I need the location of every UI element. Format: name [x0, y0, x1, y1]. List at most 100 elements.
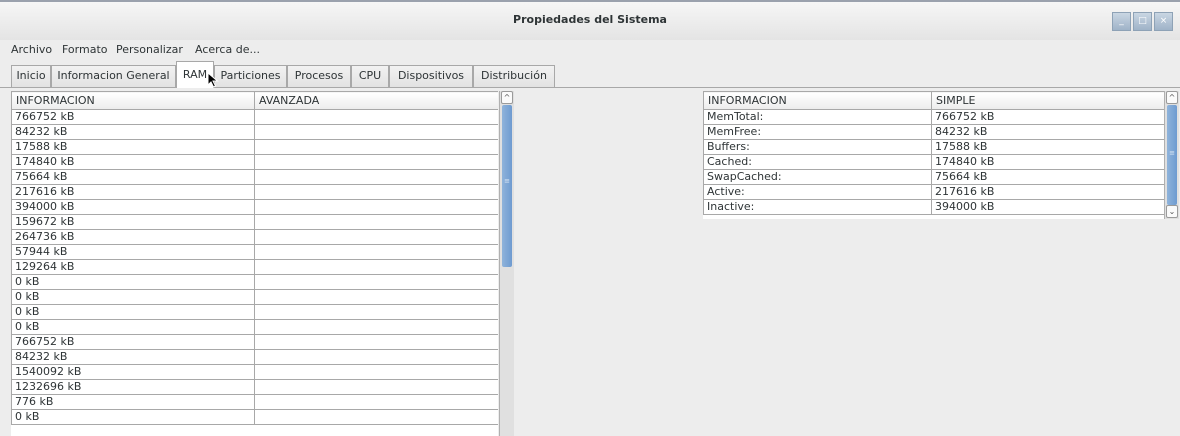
table-cell	[254, 109, 498, 125]
simple-table[interactable]: INFORMACION SIMPLE MemTotal: 766752 kB Mem…	[703, 91, 1164, 219]
table-row[interactable]: 766752 kB	[11, 334, 498, 350]
menu-acerca-de[interactable]: Acerca de...	[195, 43, 260, 56]
table-row[interactable]: Active: 217616 kB	[703, 184, 1164, 200]
table-row[interactable]: 776 kB	[11, 394, 498, 410]
scroll-down-arrow-icon[interactable]: ⌄	[1166, 205, 1178, 218]
table-cell: 217616 kB	[931, 184, 1164, 200]
tab-particiones[interactable]: Particiones	[214, 65, 287, 87]
table-row[interactable]: 0 kB	[11, 274, 498, 290]
table-row[interactable]: 1540092 kB	[11, 364, 498, 380]
table-cell	[254, 394, 498, 410]
table-row[interactable]: 766752 kB	[11, 109, 498, 125]
table-row[interactable]: 174840 kB	[11, 154, 498, 170]
menu-bar: Archivo Formato Personalizar Acerca de..…	[0, 40, 1180, 59]
scroll-up-arrow-icon[interactable]: ^	[501, 91, 513, 104]
table-cell: 264736 kB	[11, 229, 255, 245]
table-row[interactable]: Cached: 174840 kB	[703, 154, 1164, 170]
table-cell: 17588 kB	[931, 139, 1164, 155]
table-cell: 394000 kB	[931, 199, 1164, 215]
minimize-button[interactable]: _	[1112, 12, 1131, 31]
table-row[interactable]: MemFree: 84232 kB	[703, 124, 1164, 140]
table-row[interactable]: Inactive: 394000 kB	[703, 199, 1164, 215]
table-row[interactable]: SwapCached: 75664 kB	[703, 169, 1164, 185]
column-header-informacion[interactable]: INFORMACION	[703, 91, 932, 110]
table-row[interactable]: 57944 kB	[11, 244, 498, 260]
table-cell	[254, 319, 498, 335]
table-row[interactable]: 0 kB	[11, 304, 498, 320]
scrollbar-grip-icon: ≡	[1169, 149, 1175, 157]
table-row[interactable]: 0 kB	[11, 289, 498, 305]
tab-procesos[interactable]: Procesos	[287, 65, 351, 87]
menu-formato[interactable]: Formato	[62, 43, 108, 56]
table-cell: 17588 kB	[11, 139, 255, 155]
scrollbar-grip-icon: ≡	[504, 177, 510, 185]
table-row[interactable]: 0 kB	[11, 409, 498, 425]
column-header-simple[interactable]: SIMPLE	[931, 91, 1164, 110]
table-cell	[254, 274, 498, 290]
table-row[interactable]: 17588 kB	[11, 139, 498, 155]
tab-bar: Inicio Informacion General RAM Particion…	[0, 59, 1180, 88]
table-cell: SwapCached:	[703, 169, 932, 185]
simple-table-scrollbar[interactable]: ^ ≡ ⌄	[1164, 91, 1179, 219]
table-cell: 75664 kB	[931, 169, 1164, 185]
table-cell	[254, 229, 498, 245]
table-cell: 0 kB	[11, 289, 255, 305]
column-header-informacion[interactable]: INFORMACION	[11, 91, 255, 110]
table-row[interactable]: 159672 kB	[11, 214, 498, 230]
table-cell: 129264 kB	[11, 259, 255, 275]
table-cell	[254, 259, 498, 275]
table-row[interactable]: 84232 kB	[11, 349, 498, 365]
maximize-button[interactable]: □	[1133, 12, 1152, 31]
simple-table-body: MemTotal: 766752 kB MemFree: 84232 kB Buffer…	[703, 109, 1164, 215]
table-cell: 1232696 kB	[11, 379, 255, 395]
menu-personalizar[interactable]: Personalizar	[116, 43, 183, 56]
tab-distribucion[interactable]: Distribución	[473, 65, 555, 87]
table-cell: MemFree:	[703, 124, 932, 140]
scrollbar-thumb[interactable]: ≡	[502, 105, 512, 267]
table-row[interactable]: 394000 kB	[11, 199, 498, 215]
table-row[interactable]: MemTotal: 766752 kB	[703, 109, 1164, 125]
scroll-up-arrow-icon[interactable]: ^	[1166, 91, 1178, 104]
table-row[interactable]: 264736 kB	[11, 229, 498, 245]
table-cell: 0 kB	[11, 409, 255, 425]
table-cell	[254, 244, 498, 260]
table-cell	[254, 184, 498, 200]
advanced-table-scrollbar[interactable]: ^ ≡	[499, 91, 514, 436]
table-cell: Buffers:	[703, 139, 932, 155]
table-row[interactable]: 1232696 kB	[11, 379, 498, 395]
table-row[interactable]: Buffers: 17588 kB	[703, 139, 1164, 155]
tab-dispositivos[interactable]: Dispositivos	[389, 65, 473, 87]
tab-cpu[interactable]: CPU	[351, 65, 389, 87]
menu-archivo[interactable]: Archivo	[11, 43, 52, 56]
tab-informacion-general[interactable]: Informacion General	[51, 65, 176, 87]
table-cell: 217616 kB	[11, 184, 255, 200]
table-cell: 84232 kB	[11, 124, 255, 140]
title-bar[interactable]: Propiedades del Sistema _ □ ×	[0, 0, 1180, 40]
table-cell	[254, 349, 498, 365]
table-row[interactable]: 75664 kB	[11, 169, 498, 185]
table-cell: 0 kB	[11, 274, 255, 290]
table-cell	[254, 124, 498, 140]
advanced-table[interactable]: INFORMACION AVANZADA 766752 kB 84232 kB 17…	[11, 91, 498, 436]
table-cell: Active:	[703, 184, 932, 200]
table-cell: 75664 kB	[11, 169, 255, 185]
table-cell	[254, 364, 498, 380]
table-cell: 766752 kB	[11, 109, 255, 125]
table-cell	[254, 304, 498, 320]
table-cell	[254, 154, 498, 170]
table-cell: 0 kB	[11, 319, 255, 335]
scrollbar-thumb[interactable]: ≡	[1167, 105, 1177, 205]
table-cell: 174840 kB	[931, 154, 1164, 170]
table-row[interactable]: 129264 kB	[11, 259, 498, 275]
table-cell	[254, 199, 498, 215]
table-row[interactable]: 217616 kB	[11, 184, 498, 200]
table-cell: 394000 kB	[11, 199, 255, 215]
tab-inicio[interactable]: Inicio	[11, 65, 51, 87]
table-cell: 0 kB	[11, 304, 255, 320]
table-cell: 776 kB	[11, 394, 255, 410]
table-cell: 766752 kB	[11, 334, 255, 350]
table-row[interactable]: 0 kB	[11, 319, 498, 335]
close-button[interactable]: ×	[1154, 12, 1173, 31]
column-header-avanzada[interactable]: AVANZADA	[254, 91, 498, 110]
table-row[interactable]: 84232 kB	[11, 124, 498, 140]
